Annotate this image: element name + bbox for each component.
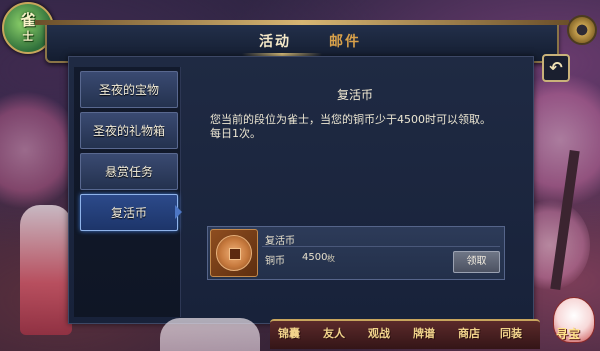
claim-button[interactable]: 领取: [453, 251, 500, 273]
tab-mail[interactable]: 邮件: [329, 31, 361, 51]
sidebar-item-label: 圣夜的宝物: [98, 83, 159, 97]
back-arrow-icon[interactable]: ↶: [542, 54, 570, 82]
sidebar-item-revival-coin[interactable]: 复活币: [80, 194, 178, 231]
character-illustration: [20, 205, 72, 335]
tab-activity[interactable]: 活动: [259, 31, 291, 51]
sidebar-item-bounty-mission[interactable]: 悬赏任务: [80, 153, 178, 190]
activity-sidebar: 圣夜的宝物 圣夜的礼物箱 悬赏任务 复活币: [74, 67, 181, 317]
nav-item-shop[interactable]: 商店: [458, 325, 480, 341]
reward-condition-amount: 4500: [302, 252, 328, 263]
copper-coin-icon: [216, 235, 252, 271]
reward-condition-label: 铜币: [265, 256, 285, 267]
nav-item-spectate[interactable]: 观战: [368, 325, 390, 341]
treasure-hunt-label[interactable]: 寻宝: [556, 325, 580, 342]
reward-name: 复活币: [265, 236, 295, 247]
content-title: 复活币: [336, 88, 373, 102]
nav-item-replays[interactable]: 牌谱: [413, 325, 435, 341]
reward-icon-frame: [210, 229, 258, 277]
coin-hole: [229, 248, 241, 260]
gear-icon[interactable]: [567, 15, 597, 45]
nav-item-kit[interactable]: 锦囊: [278, 325, 300, 341]
character-illustration: [160, 318, 260, 351]
nav-item-outfit[interactable]: 同装: [500, 325, 522, 341]
sidebar-item-label: 悬赏任务: [104, 165, 153, 179]
content-description: 您当前的段位为雀士，当您的铜币少于4500时可以领取。每日1次。: [210, 113, 491, 140]
card-divider: [262, 246, 500, 247]
sidebar-item-label: 圣夜的礼物箱: [92, 124, 165, 138]
reward-condition-unit: 枚: [327, 254, 335, 263]
sidebar-item-holy-night-treasure[interactable]: 圣夜的宝物: [80, 71, 178, 108]
sidebar-item-label: 复活币: [110, 206, 147, 220]
nav-item-friends[interactable]: 友人: [323, 325, 345, 341]
active-item-arrow-icon: [175, 205, 182, 219]
sidebar-item-holy-night-gift-box[interactable]: 圣夜的礼物箱: [80, 112, 178, 149]
